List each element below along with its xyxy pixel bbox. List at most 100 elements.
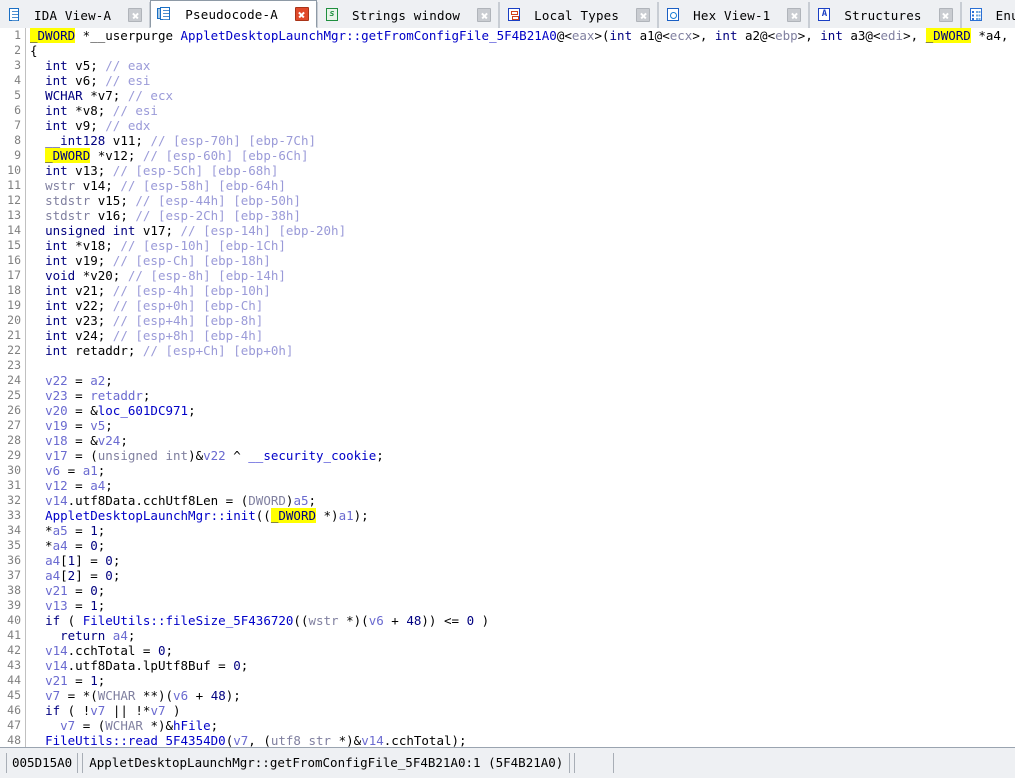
code-text[interactable]: int v13; // [esp-5Ch] [ebp-68h] — [26, 163, 278, 178]
code-line[interactable]: 18 int v21; // [esp-4h] [ebp-10h] — [0, 283, 1015, 298]
code-line[interactable]: 36 a4[1] = 0; — [0, 553, 1015, 568]
code-text[interactable]: wstr v14; // [esp-58h] [ebp-64h] — [26, 178, 286, 193]
close-icon[interactable] — [938, 8, 953, 22]
code-text[interactable]: int *v8; // esi — [26, 103, 158, 118]
code-text[interactable]: AppletDesktopLaunchMgr::init((_DWORD *)a… — [26, 508, 369, 523]
code-text[interactable]: v13 = 1; — [26, 598, 105, 613]
code-line[interactable]: 42 v14.cchTotal = 0; — [0, 643, 1015, 658]
code-text[interactable]: v18 = &v24; — [26, 433, 128, 448]
code-text[interactable]: stdstr v16; // [esp-2Ch] [ebp-38h] — [26, 208, 301, 223]
code-line[interactable]: 48 FileUtils::read_5F4354D0(v7, (utf8_st… — [0, 733, 1015, 747]
code-text[interactable]: _DWORD *__userpurge AppletDesktopLaunchM… — [26, 28, 1015, 43]
code-line[interactable]: 43 v14.utf8Data.lpUtf8Buf = 0; — [0, 658, 1015, 673]
code-text[interactable]: if ( !v7 || !*v7 ) — [26, 703, 181, 718]
code-line[interactable]: 11 wstr v14; // [esp-58h] [ebp-64h] — [0, 178, 1015, 193]
code-line[interactable]: 24 v22 = a2; — [0, 373, 1015, 388]
code-line[interactable]: 14 unsigned int v17; // [esp-14h] [ebp-2… — [0, 223, 1015, 238]
code-text[interactable]: *a5 = 1; — [26, 523, 105, 538]
code-text[interactable]: v23 = retaddr; — [26, 388, 150, 403]
code-line[interactable]: 8 __int128 v11; // [esp-70h] [ebp-7Ch] — [0, 133, 1015, 148]
code-text[interactable]: int v5; // eax — [26, 58, 150, 73]
code-text[interactable]: v14.utf8Data.cchUtf8Len = (DWORD)a5; — [26, 493, 316, 508]
code-text[interactable]: if ( FileUtils::fileSize_5F436720((wstr … — [26, 613, 489, 628]
close-icon[interactable] — [477, 8, 492, 22]
code-text[interactable]: a4[1] = 0; — [26, 553, 120, 568]
code-text[interactable]: v21 = 0; — [26, 583, 105, 598]
code-line[interactable]: 40 if ( FileUtils::fileSize_5F436720((ws… — [0, 613, 1015, 628]
code-line[interactable]: 41 return a4; — [0, 628, 1015, 643]
code-text[interactable]: int *v18; // [esp-10h] [ebp-1Ch] — [26, 238, 286, 253]
code-line[interactable]: 6 int *v8; // esi — [0, 103, 1015, 118]
code-line[interactable]: 35 *a4 = 0; — [0, 538, 1015, 553]
code-line[interactable]: 1 _DWORD *__userpurge AppletDesktopLaunch… — [0, 28, 1015, 43]
code-text[interactable]: v21 = 1; — [26, 673, 105, 688]
code-line[interactable]: 27 v19 = v5; — [0, 418, 1015, 433]
code-text[interactable]: WCHAR *v7; // ecx — [26, 88, 173, 103]
code-text[interactable]: int v9; // edx — [26, 118, 150, 133]
code-text[interactable]: v7 = (WCHAR *)&hFile; — [26, 718, 218, 733]
close-icon[interactable] — [294, 7, 309, 21]
close-icon[interactable] — [128, 8, 143, 22]
code-line[interactable]: 44 v21 = 1; — [0, 673, 1015, 688]
code-text[interactable]: *a4 = 0; — [26, 538, 105, 553]
code-text[interactable]: int retaddr; // [esp+Ch] [ebp+0h] — [26, 343, 293, 358]
code-line[interactable]: 45 v7 = *(WCHAR **)(v6 + 48); — [0, 688, 1015, 703]
code-text[interactable]: __int128 v11; // [esp-70h] [ebp-7Ch] — [26, 133, 316, 148]
code-text[interactable]: _DWORD *v12; // [esp-60h] [ebp-6Ch] — [26, 148, 308, 163]
code-line[interactable]: 9 _DWORD *v12; // [esp-60h] [ebp-6Ch] — [0, 148, 1015, 163]
code-line[interactable]: 5 WCHAR *v7; // ecx — [0, 88, 1015, 103]
code-line[interactable]: 28 v18 = &v24; — [0, 433, 1015, 448]
close-icon[interactable] — [787, 8, 802, 22]
code-text[interactable]: return a4; — [26, 628, 135, 643]
code-text[interactable]: v6 = a1; — [26, 463, 105, 478]
code-line[interactable]: 17 void *v20; // [esp-8h] [ebp-14h] — [0, 268, 1015, 283]
code-line[interactable]: 13 stdstr v16; // [esp-2Ch] [ebp-38h] — [0, 208, 1015, 223]
code-text[interactable]: int v21; // [esp-4h] [ebp-10h] — [26, 283, 271, 298]
tab-local-types[interactable]: Local Types — [499, 2, 659, 28]
code-line[interactable]: 22 int retaddr; // [esp+Ch] [ebp+0h] — [0, 343, 1015, 358]
code-text[interactable]: v12 = a4; — [26, 478, 113, 493]
code-line[interactable]: 31 v12 = a4; — [0, 478, 1015, 493]
close-icon[interactable] — [636, 8, 651, 22]
code-line[interactable]: 30 v6 = a1; — [0, 463, 1015, 478]
code-line[interactable]: 21 int v24; // [esp+8h] [ebp-4h] — [0, 328, 1015, 343]
code-line[interactable]: 39 v13 = 1; — [0, 598, 1015, 613]
code-text[interactable]: stdstr v15; // [esp-44h] [ebp-50h] — [26, 193, 301, 208]
code-line[interactable]: 2{ — [0, 43, 1015, 58]
code-text[interactable]: int v22; // [esp+0h] [ebp-Ch] — [26, 298, 263, 313]
code-line[interactable]: 32 v14.utf8Data.cchUtf8Len = (DWORD)a5; — [0, 493, 1015, 508]
tab-ida-view-a[interactable]: IDA View-A — [0, 2, 151, 28]
tab-strings-window[interactable]: s Strings window — [316, 2, 500, 28]
code-text[interactable] — [26, 358, 30, 373]
code-line[interactable]: 29 v17 = (unsigned int)&v22 ^ __security… — [0, 448, 1015, 463]
code-text[interactable]: v19 = v5; — [26, 418, 113, 433]
tab-enums[interactable]: Enums — [960, 2, 1015, 28]
code-line[interactable]: 3 int v5; // eax — [0, 58, 1015, 73]
code-text[interactable]: int v24; // [esp+8h] [ebp-4h] — [26, 328, 263, 343]
code-text[interactable]: v7 = *(WCHAR **)(v6 + 48); — [26, 688, 241, 703]
pseudocode-editor[interactable]: 1 _DWORD *__userpurge AppletDesktopLaunch… — [0, 28, 1015, 747]
code-line[interactable]: 7 int v9; // edx — [0, 118, 1015, 133]
code-line[interactable]: 26 v20 = &loc_601DC971; — [0, 403, 1015, 418]
code-text[interactable]: int v23; // [esp+4h] [ebp-8h] — [26, 313, 263, 328]
code-line[interactable]: 47 v7 = (WCHAR *)&hFile; — [0, 718, 1015, 733]
code-text[interactable]: v14.utf8Data.lpUtf8Buf = 0; — [26, 658, 248, 673]
tab-structures[interactable]: A Structures — [809, 2, 961, 28]
code-line[interactable]: 12 stdstr v15; // [esp-44h] [ebp-50h] — [0, 193, 1015, 208]
code-text[interactable]: int v19; // [esp-Ch] [ebp-18h] — [26, 253, 271, 268]
code-text[interactable]: { — [26, 43, 38, 58]
code-text[interactable]: unsigned int v17; // [esp-14h] [ebp-20h] — [26, 223, 346, 238]
code-text[interactable]: void *v20; // [esp-8h] [ebp-14h] — [26, 268, 286, 283]
code-line[interactable]: 10 int v13; // [esp-5Ch] [ebp-68h] — [0, 163, 1015, 178]
code-text[interactable]: v22 = a2; — [26, 373, 113, 388]
code-line[interactable]: 46 if ( !v7 || !*v7 ) — [0, 703, 1015, 718]
tab-pseudocode-a[interactable]: Pseudocode-A — [150, 0, 317, 28]
code-text[interactable]: int v6; // esi — [26, 73, 150, 88]
code-text[interactable]: v14.cchTotal = 0; — [26, 643, 173, 658]
code-line[interactable]: 23 — [0, 358, 1015, 373]
code-text[interactable]: a4[2] = 0; — [26, 568, 120, 583]
code-text[interactable]: v17 = (unsigned int)&v22 ^ __security_co… — [26, 448, 384, 463]
code-line[interactable]: 15 int *v18; // [esp-10h] [ebp-1Ch] — [0, 238, 1015, 253]
code-line[interactable]: 38 v21 = 0; — [0, 583, 1015, 598]
tab-hex-view-1[interactable]: Hex View-1 — [658, 2, 810, 28]
